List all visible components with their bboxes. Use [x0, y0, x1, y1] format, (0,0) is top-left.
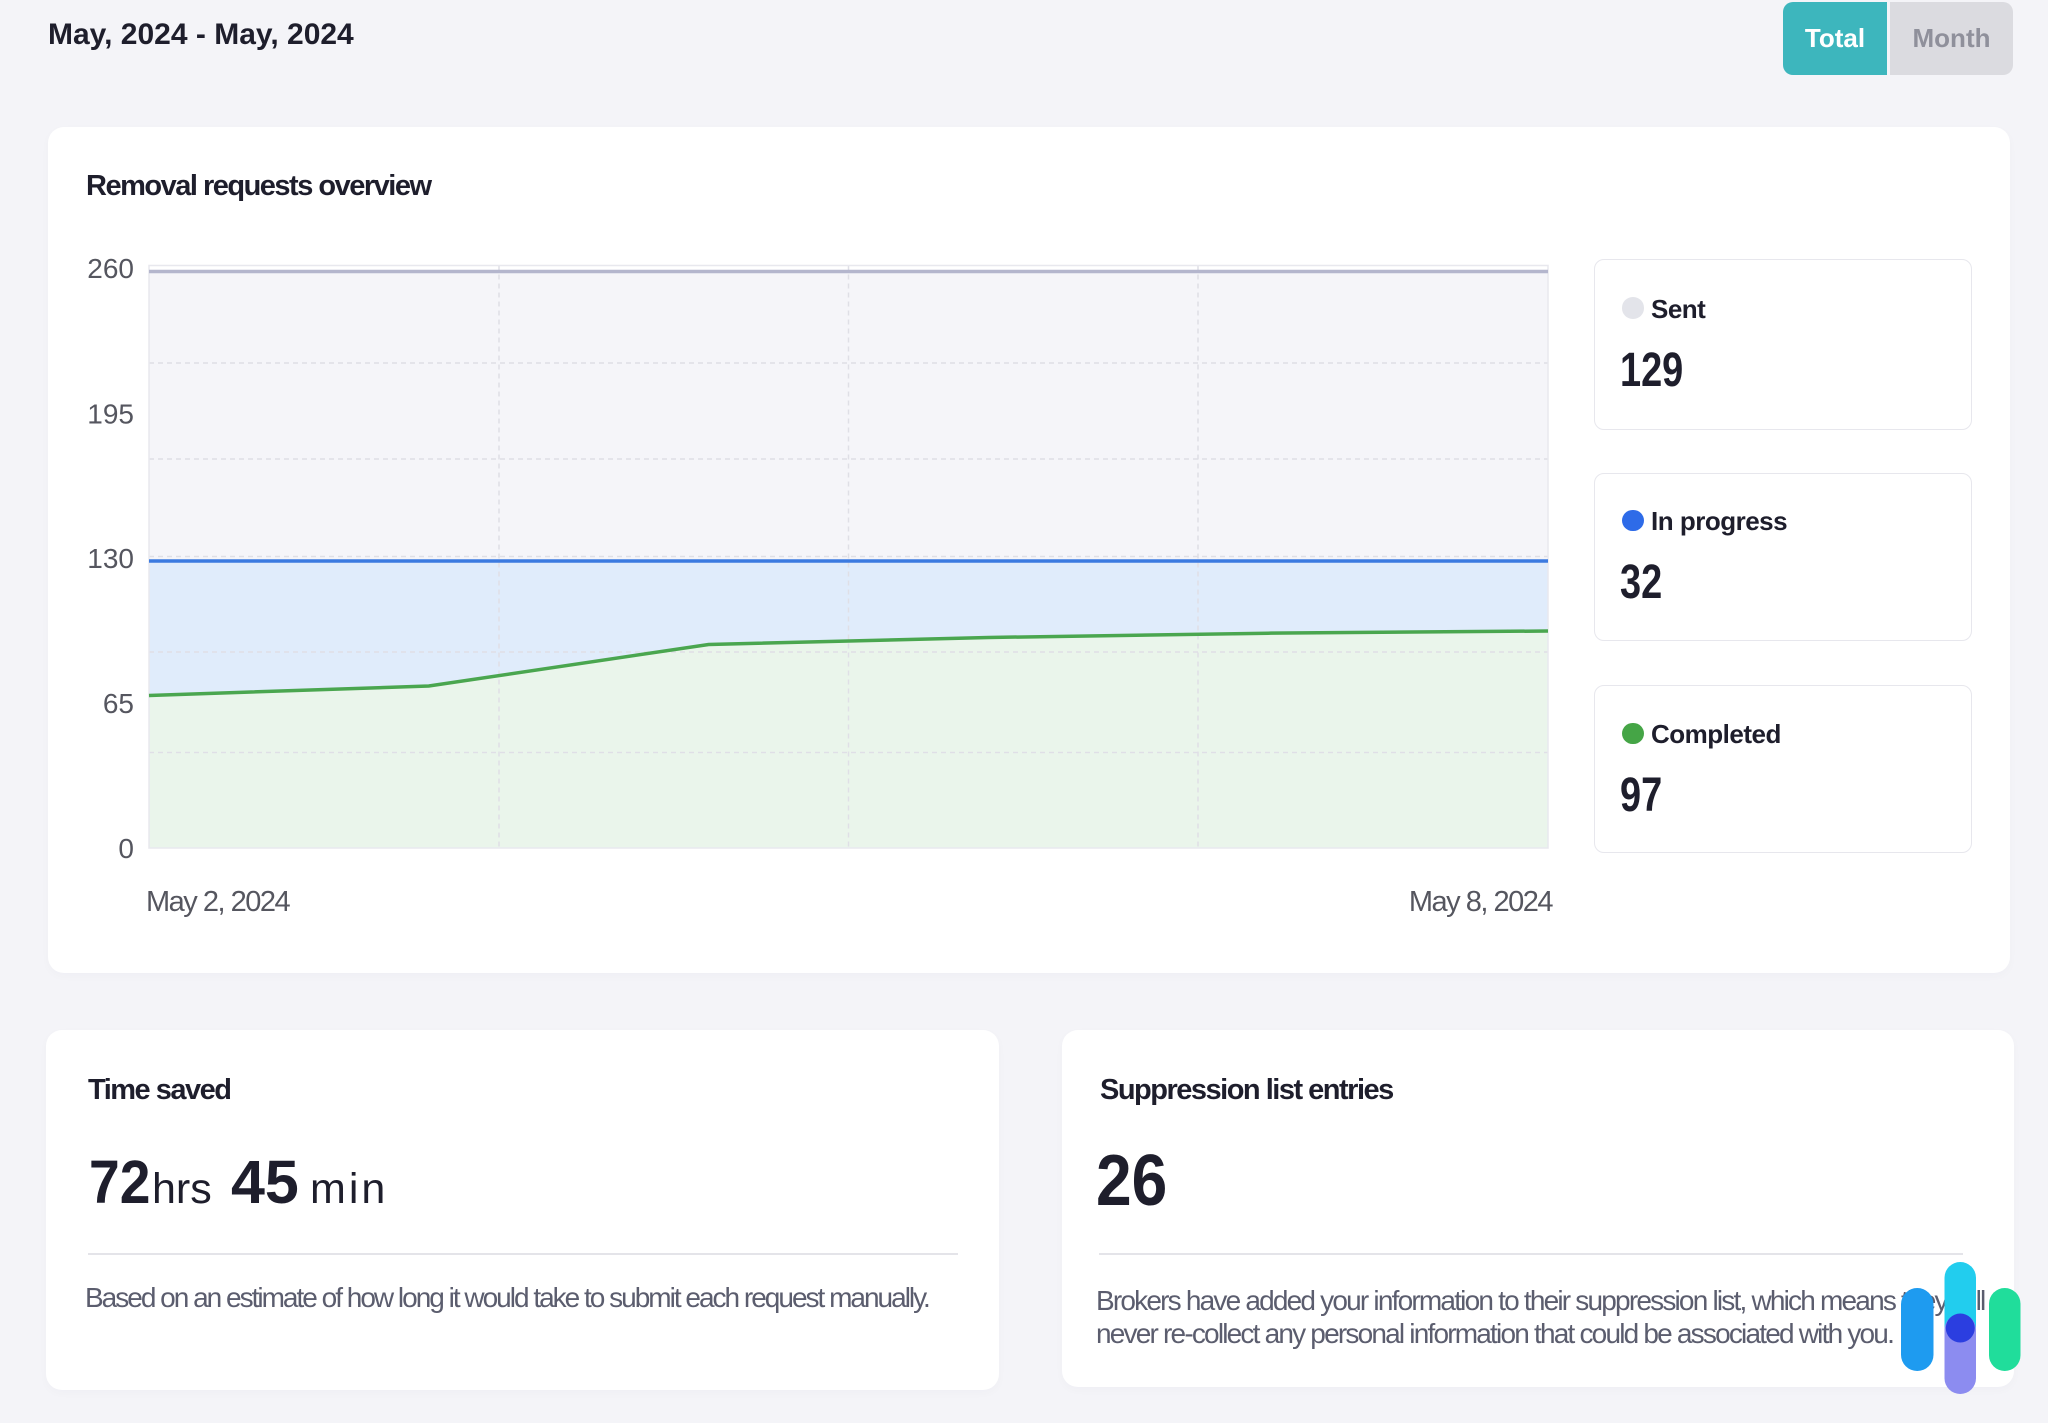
- svg-text:260: 260: [87, 253, 134, 284]
- svg-text:130: 130: [87, 543, 134, 574]
- svg-text:May 2, 2024: May 2, 2024: [146, 886, 290, 918]
- svg-text:0: 0: [118, 833, 134, 864]
- svg-text:195: 195: [87, 399, 134, 430]
- svg-text:65: 65: [103, 688, 134, 719]
- svg-text:May 8, 2024: May 8, 2024: [1409, 886, 1553, 918]
